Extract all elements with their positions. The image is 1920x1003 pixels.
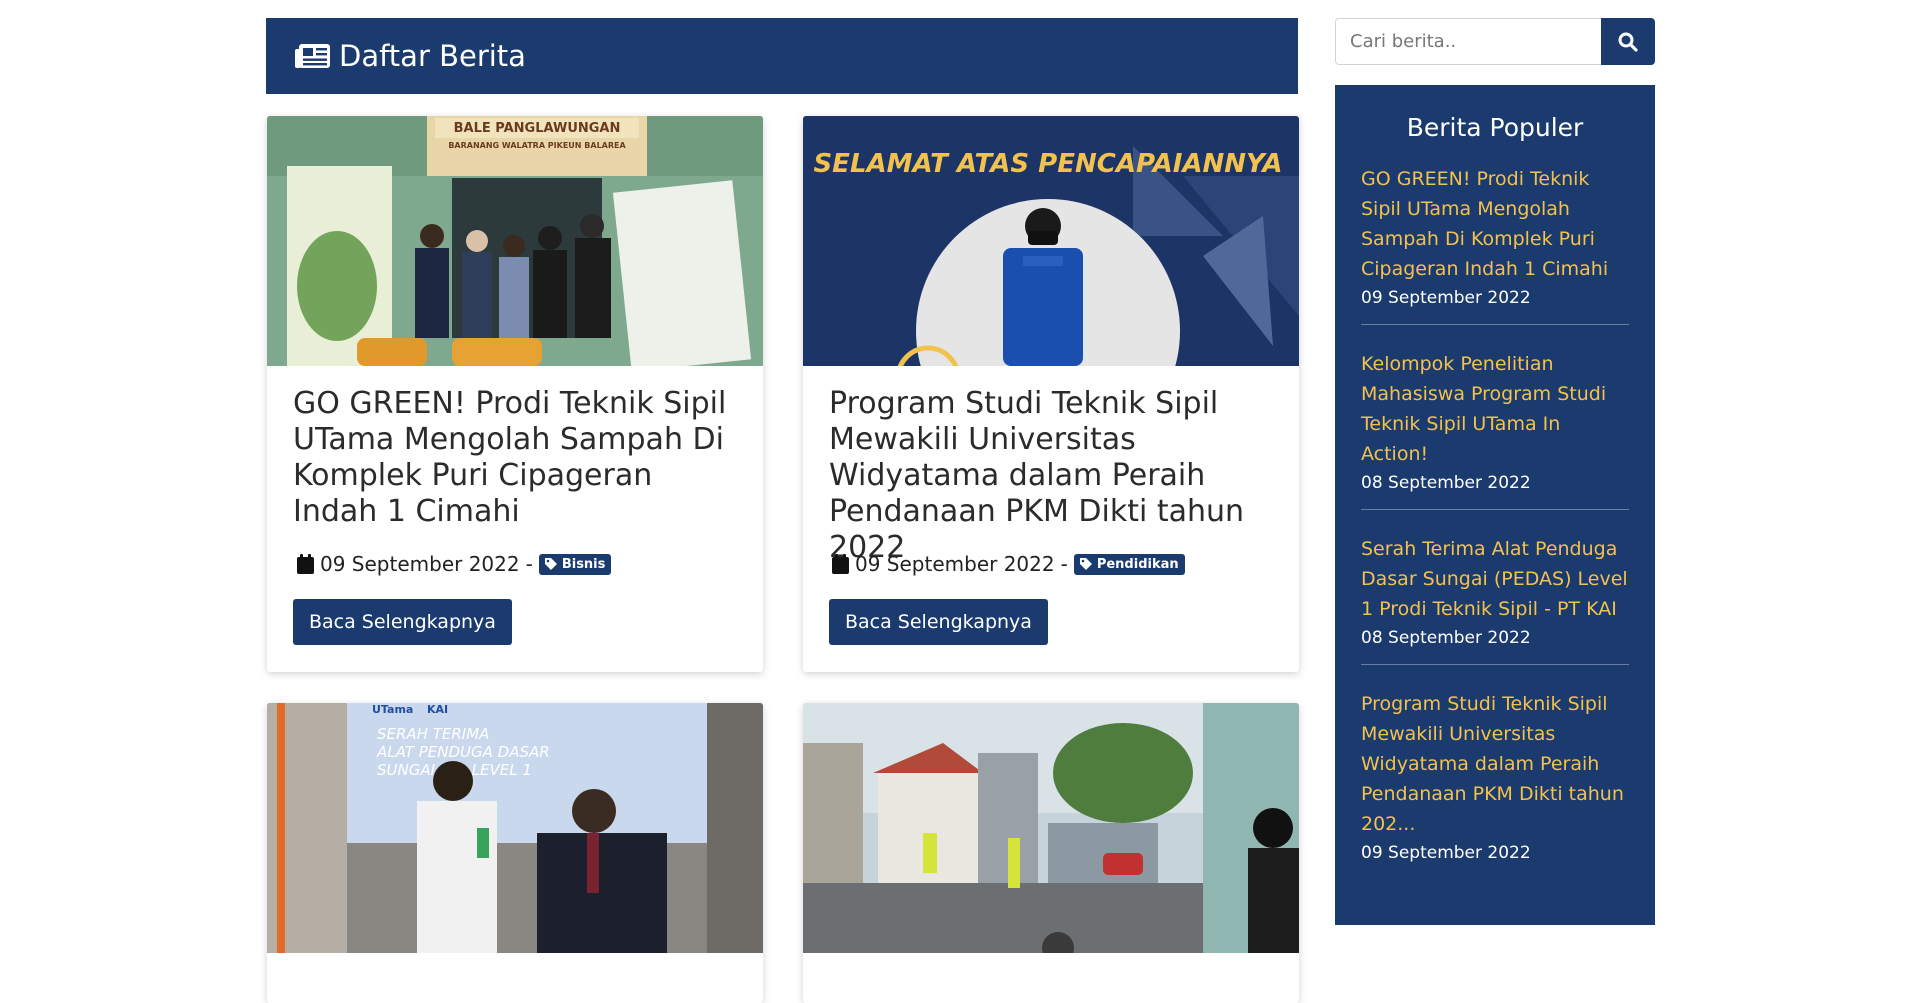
news-date: 09 September 2022 (320, 552, 520, 576)
popular-news-date: 08 September 2022 (1361, 628, 1531, 648)
news-title[interactable]: Program Studi Teknik Sipil Mewakili Univ… (829, 386, 1279, 566)
tag-icon (544, 558, 557, 570)
news-card: SELAMAT ATAS PENCAPAIANNYA Program Studi… (803, 116, 1299, 672)
news-thumbnail[interactable]: BALE PANGLAWUNGAN BARANANG WALATRA PIKEU… (267, 116, 763, 366)
svg-text:SELAMAT ATAS PENCAPAIANNYA: SELAMAT ATAS PENCAPAIANNYA (813, 149, 1282, 179)
svg-text:ALAT PENDUGA DASAR: ALAT PENDUGA DASAR (376, 743, 550, 761)
popular-news-item: GO GREEN! Prodi Teknik Sipil UTama Mengo… (1361, 164, 1629, 325)
popular-news-date: 08 September 2022 (1361, 473, 1531, 493)
popular-news-date: 09 September 2022 (1361, 288, 1531, 308)
news-photo: UTama KAI SERAH TERIMA ALAT PENDUGA DASA… (267, 703, 763, 953)
search-input[interactable] (1335, 18, 1602, 65)
svg-text:BARANANG WALATRA PIKEUN BALARE: BARANANG WALATRA PIKEUN BALAREA (448, 141, 626, 150)
popular-news-link[interactable]: Serah Terima Alat Penduga Dasar Sungai (… (1361, 534, 1629, 624)
news-meta: 09 September 2022 - Bisnis (297, 552, 612, 576)
search-button[interactable] (1601, 18, 1655, 65)
news-card: BALE PANGLAWUNGAN BARANANG WALATRA PIKEU… (267, 116, 763, 672)
news-title[interactable]: GO GREEN! Prodi Teknik Sipil UTama Mengo… (293, 386, 743, 530)
page-header: Daftar Berita (266, 18, 1298, 94)
popular-news-link[interactable]: GO GREEN! Prodi Teknik Sipil UTama Mengo… (1361, 164, 1629, 284)
svg-text:UTama: UTama (372, 703, 413, 716)
page-title: Daftar Berita (339, 39, 526, 73)
read-more-button[interactable]: Baca Selengkapnya (293, 599, 512, 645)
news-card (803, 703, 1299, 1003)
news-thumbnail[interactable]: UTama KAI SERAH TERIMA ALAT PENDUGA DASA… (267, 703, 763, 953)
news-thumbnail[interactable] (803, 703, 1299, 953)
newspaper-icon (295, 44, 330, 68)
news-thumbnail[interactable]: SELAMAT ATAS PENCAPAIANNYA (803, 116, 1299, 366)
popular-news-list: GO GREEN! Prodi Teknik Sipil UTama Mengo… (1361, 164, 1629, 879)
news-photo (803, 703, 1299, 953)
popular-news-item: Kelompok Penelitian Mahasiswa Program St… (1361, 349, 1629, 510)
svg-text:BALE PANGLAWUNGAN: BALE PANGLAWUNGAN (454, 121, 621, 136)
meta-separator: - (1060, 552, 1068, 576)
news-photo: SELAMAT ATAS PENCAPAIANNYA (803, 116, 1299, 366)
category-label: Pendidikan (1096, 556, 1179, 572)
svg-text:SERAH TERIMA: SERAH TERIMA (377, 725, 489, 743)
search-form (1335, 18, 1655, 65)
category-badge[interactable]: Pendidikan (1073, 553, 1185, 575)
news-date: 09 September 2022 (855, 552, 1055, 576)
popular-news-date: 09 September 2022 (1361, 843, 1531, 863)
popular-news-sidebar: Berita Populer GO GREEN! Prodi Teknik Si… (1335, 85, 1655, 925)
read-more-button[interactable]: Baca Selengkapnya (829, 599, 1048, 645)
popular-news-link[interactable]: Program Studi Teknik Sipil Mewakili Univ… (1361, 689, 1629, 839)
category-label: Bisnis (561, 556, 606, 572)
popular-news-item: Program Studi Teknik Sipil Mewakili Univ… (1361, 689, 1629, 879)
category-badge[interactable]: Bisnis (538, 553, 612, 575)
search-icon (1618, 32, 1638, 52)
sidebar-title: Berita Populer (1406, 113, 1584, 142)
news-meta: 09 September 2022 - Pendidikan (832, 552, 1185, 576)
meta-separator: - (525, 552, 533, 576)
calendar-icon (832, 554, 849, 574)
tag-icon (1079, 558, 1092, 570)
news-card: UTama KAI SERAH TERIMA ALAT PENDUGA DASA… (267, 703, 763, 1003)
svg-text:KAI: KAI (427, 703, 448, 716)
popular-news-item: Serah Terima Alat Penduga Dasar Sungai (… (1361, 534, 1629, 665)
calendar-icon (297, 554, 314, 574)
news-photo: BALE PANGLAWUNGAN BARANANG WALATRA PIKEU… (267, 116, 763, 366)
popular-news-link[interactable]: Kelompok Penelitian Mahasiswa Program St… (1361, 349, 1629, 469)
